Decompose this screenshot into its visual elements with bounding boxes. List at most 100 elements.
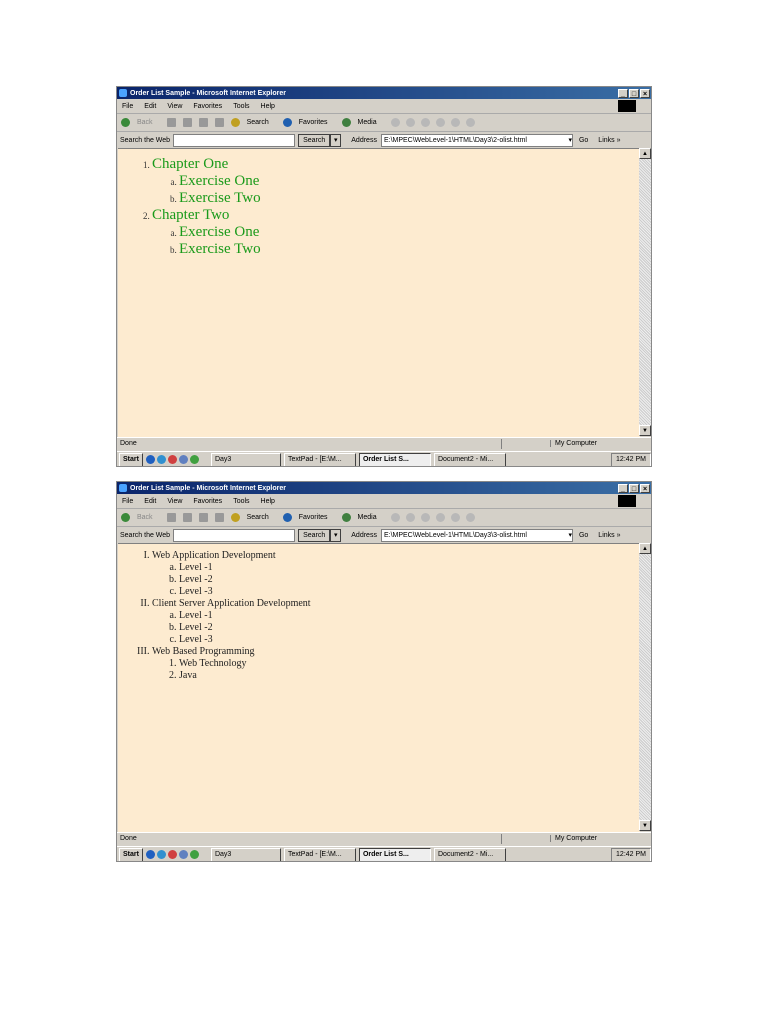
address-input[interactable]: E:\MPEC\WebLevel-1\HTML\Day3\2-olist.htm…: [380, 133, 573, 147]
vertical-scrollbar[interactable]: ▲ ▼: [639, 543, 651, 831]
minimize-button[interactable]: _: [618, 483, 628, 493]
toolbar-favorites-button[interactable]: Favorites: [282, 513, 335, 522]
close-button[interactable]: ×: [640, 88, 650, 98]
media-icon: [341, 513, 351, 522]
search-dropdown-button[interactable]: ▾: [330, 133, 342, 147]
mail-icon[interactable]: [405, 118, 415, 127]
windows-logo-icon: [618, 495, 636, 507]
desktop-quicklaunch-icon[interactable]: [178, 850, 188, 859]
print-icon[interactable]: [420, 513, 430, 522]
search-icon: [230, 513, 240, 522]
messenger-icon[interactable]: [465, 118, 475, 127]
vertical-scrollbar[interactable]: ▲ ▼: [639, 148, 651, 436]
taskbar-item[interactable]: TextPad - [E:\M...: [283, 847, 356, 861]
menu-help[interactable]: Help: [261, 498, 275, 505]
list-item: Web Based ProgrammingWeb TechnologyJava: [152, 646, 640, 682]
menu-file[interactable]: File: [122, 498, 133, 505]
go-button[interactable]: Go: [579, 532, 588, 539]
search-button[interactable]: Search: [298, 133, 331, 147]
app-quicklaunch-icon[interactable]: [189, 455, 199, 464]
toolbar-back-button[interactable]: Back: [121, 513, 160, 522]
search-web-input[interactable]: [173, 133, 296, 147]
menu-favorites[interactable]: Favorites: [193, 498, 222, 505]
menu-file[interactable]: File: [122, 103, 133, 110]
taskbar-item[interactable]: Document2 - Mi...: [433, 452, 506, 466]
nested-list: Exercise OneExercise Two: [152, 224, 640, 258]
toolbar-media-button[interactable]: Media: [341, 118, 384, 127]
print-icon[interactable]: [420, 118, 430, 127]
discuss-icon[interactable]: [450, 513, 460, 522]
taskbar-item[interactable]: Document2 - Mi...: [433, 847, 506, 861]
ordered-list-wrapper: Chapter OneExercise OneExercise TwoChapt…: [118, 149, 640, 258]
toolbar-media-button[interactable]: Media: [341, 513, 384, 522]
menu-tools[interactable]: Tools: [233, 103, 249, 110]
scroll-up-button[interactable]: ▲: [639, 543, 651, 554]
scroll-down-button[interactable]: ▼: [639, 820, 651, 831]
messenger-icon[interactable]: [465, 513, 475, 522]
home-icon[interactable]: [214, 513, 224, 522]
media-quicklaunch-icon[interactable]: [167, 455, 177, 464]
ie-quicklaunch-icon[interactable]: [145, 850, 155, 859]
search-button[interactable]: Search: [298, 528, 331, 542]
scroll-down-button[interactable]: ▼: [639, 425, 651, 436]
history-icon[interactable]: [390, 513, 400, 522]
go-label: Go: [578, 531, 589, 539]
taskbar-item[interactable]: Day3: [210, 452, 281, 466]
links-button[interactable]: Links »: [598, 532, 620, 539]
taskbar-item[interactable]: Order List S...: [358, 847, 431, 861]
app-quicklaunch-icon[interactable]: [189, 850, 199, 859]
go-button[interactable]: Go: [579, 137, 588, 144]
taskbar-item[interactable]: Day3: [210, 847, 281, 861]
scroll-up-button[interactable]: ▲: [639, 148, 651, 159]
ie-quicklaunch-icon[interactable]: [145, 455, 155, 464]
menu-edit[interactable]: Edit: [144, 498, 156, 505]
menu-edit[interactable]: Edit: [144, 103, 156, 110]
close-button[interactable]: ×: [640, 483, 650, 493]
start-button[interactable]: Start: [119, 452, 143, 466]
menu-view[interactable]: View: [167, 103, 182, 110]
stop-icon[interactable]: [182, 118, 192, 127]
menu-help[interactable]: Help: [261, 103, 275, 110]
nested-list-item: Level -1: [179, 610, 640, 622]
discuss-icon[interactable]: [450, 118, 460, 127]
maximize-button[interactable]: □: [629, 88, 639, 98]
maximize-button[interactable]: □: [629, 483, 639, 493]
search-dropdown-button[interactable]: ▾: [330, 528, 342, 542]
refresh-icon[interactable]: [198, 118, 208, 127]
outlook-quicklaunch-icon[interactable]: [156, 455, 166, 464]
links-button[interactable]: Links »: [598, 137, 620, 144]
desktop-quicklaunch-icon[interactable]: [178, 455, 188, 464]
refresh-icon[interactable]: [198, 513, 208, 522]
edit-icon[interactable]: [435, 513, 445, 522]
forward-icon[interactable]: [166, 513, 176, 522]
menu-favorites[interactable]: Favorites: [193, 103, 222, 110]
ie-icon: [119, 89, 127, 97]
mail-icon[interactable]: [405, 513, 415, 522]
address-dropdown-icon[interactable]: ▾: [568, 135, 572, 146]
status-text: Done: [120, 440, 137, 447]
address-dropdown-icon[interactable]: ▾: [568, 530, 572, 541]
minimize-button[interactable]: _: [618, 88, 628, 98]
taskbar-item[interactable]: Order List S...: [358, 452, 431, 466]
menu-tools[interactable]: Tools: [233, 498, 249, 505]
outlook-quicklaunch-icon[interactable]: [156, 850, 166, 859]
media-quicklaunch-icon[interactable]: [167, 850, 177, 859]
toolbar-search-button[interactable]: Search: [230, 513, 276, 522]
toolbar-favorites-button[interactable]: Favorites: [282, 118, 335, 127]
start-button[interactable]: Start: [119, 847, 143, 861]
taskbar-item[interactable]: TextPad - [E:\M...: [283, 452, 356, 466]
home-icon[interactable]: [214, 118, 224, 127]
menu-view[interactable]: View: [167, 498, 182, 505]
address-input[interactable]: E:\MPEC\WebLevel-1\HTML\Day3\3-olist.htm…: [380, 528, 573, 542]
toolbar-search-button[interactable]: Search: [230, 118, 276, 127]
system-tray-clock: 12:42 PM: [611, 452, 651, 466]
stop-icon[interactable]: [182, 513, 192, 522]
back-icon: [121, 118, 130, 127]
search-web-input[interactable]: [173, 528, 296, 542]
nested-list-item: Exercise Two: [179, 241, 640, 258]
forward-icon[interactable]: [166, 118, 176, 127]
toolbar-back-button[interactable]: Back: [121, 118, 160, 127]
history-icon[interactable]: [390, 118, 400, 127]
edit-icon[interactable]: [435, 118, 445, 127]
status-cells: [501, 438, 550, 449]
